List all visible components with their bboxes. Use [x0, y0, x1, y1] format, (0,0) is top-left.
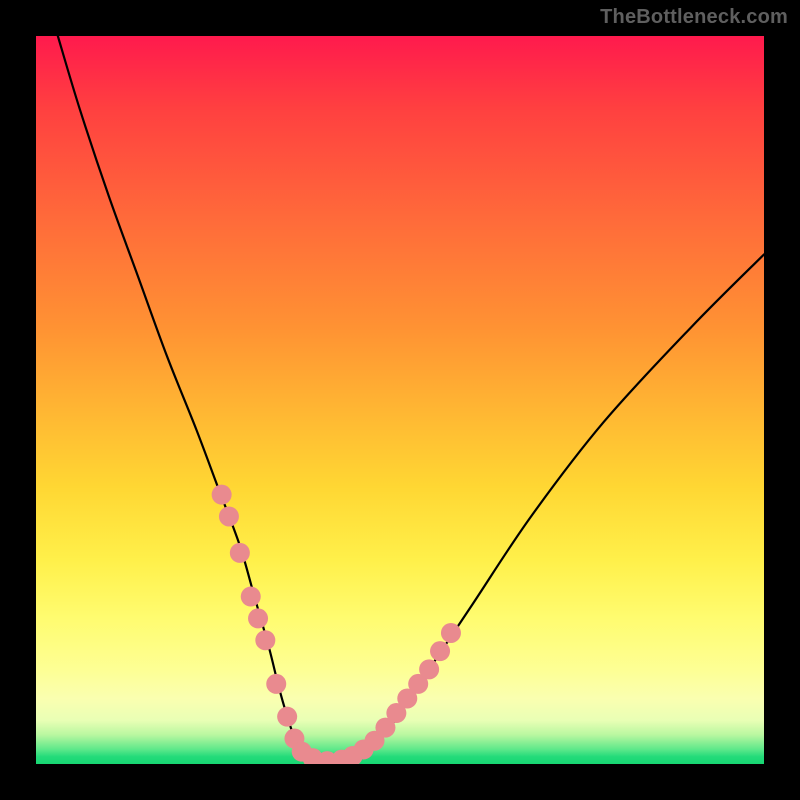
marker-dot [266, 674, 286, 694]
plot-area [36, 36, 764, 764]
marker-dot [219, 506, 239, 526]
marker-dot [419, 659, 439, 679]
marker-dot [430, 641, 450, 661]
chart-frame: TheBottleneck.com [0, 0, 800, 800]
marker-dot [255, 630, 275, 650]
curve-svg [36, 36, 764, 764]
marker-dot [212, 485, 232, 505]
bottleneck-curve [58, 36, 764, 763]
marker-dot [230, 543, 250, 563]
marker-dot [241, 587, 261, 607]
marker-dot [277, 707, 297, 727]
marker-dot [248, 608, 268, 628]
marker-layer [212, 485, 461, 764]
marker-dot [441, 623, 461, 643]
watermark-text: TheBottleneck.com [600, 6, 788, 29]
